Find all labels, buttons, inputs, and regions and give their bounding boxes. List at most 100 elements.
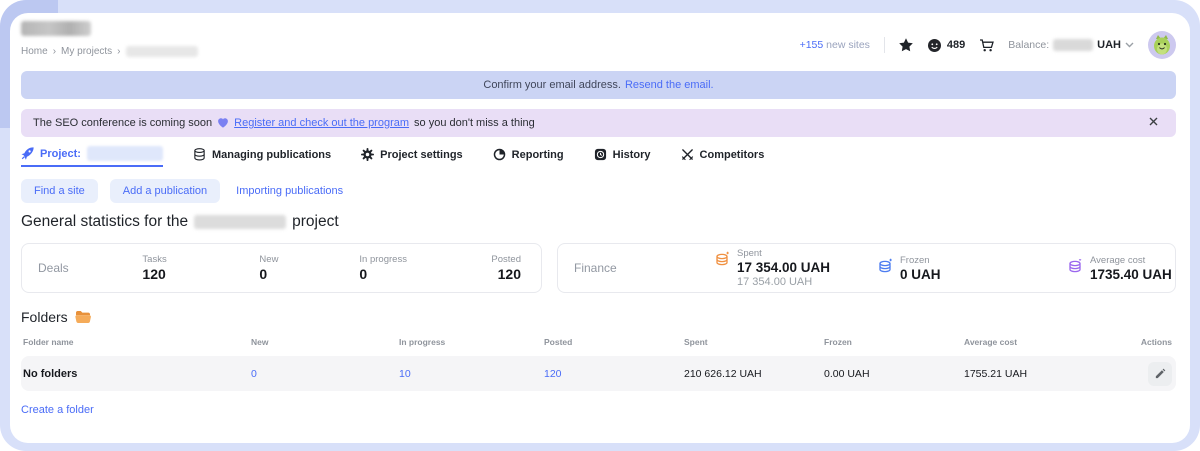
app-background: Home › My projects › +155 new sites xyxy=(0,0,1200,451)
tab-project-settings[interactable]: Project settings xyxy=(361,148,463,165)
breadcrumb-project-redacted xyxy=(126,46,198,57)
user-avatar[interactable] xyxy=(1148,31,1176,59)
stat-value: 0 UAH xyxy=(900,267,941,282)
stat-label: Tasks xyxy=(142,254,259,265)
col-header-frozen: Frozen xyxy=(824,337,964,347)
row-in-progress-link[interactable]: 10 xyxy=(399,368,411,380)
seo-register-link[interactable]: Register and check out the program xyxy=(234,117,409,129)
row-posted-cell: 120 xyxy=(544,368,684,380)
finance-stat-spent: Spent 17 354.00 UAH 17 354.00 UAH xyxy=(714,248,877,288)
finance-card-title: Finance xyxy=(574,261,714,275)
stat-label: Spent xyxy=(737,248,830,259)
page-title-suffix: project xyxy=(292,213,339,231)
rocket-icon xyxy=(21,147,34,160)
breadcrumb-separator: › xyxy=(117,46,120,57)
folders-table-header: Folder name New In progress Posted Spent… xyxy=(21,337,1176,347)
tab-reporting[interactable]: Reporting xyxy=(493,148,564,165)
page-title-prefix: General statistics for the xyxy=(21,213,188,231)
chevron-down-icon xyxy=(1125,42,1134,48)
row-new-cell: 0 xyxy=(251,368,399,380)
cart-icon xyxy=(979,38,994,53)
spent-stat: Spent 17 354.00 UAH 17 354.00 UAH xyxy=(737,248,830,288)
row-in-progress-cell: 10 xyxy=(399,368,544,380)
deals-card-title: Deals xyxy=(38,261,142,275)
new-sites-count: +155 xyxy=(800,39,824,51)
stat-label: Frozen xyxy=(900,255,941,266)
email-confirm-banner: Confirm your email address. Resend the e… xyxy=(21,71,1176,99)
row-spent: 210 626.12 UAH xyxy=(684,368,824,380)
cart-button[interactable] xyxy=(979,38,994,53)
col-header-folder-name: Folder name xyxy=(21,337,251,347)
project-name-redacted xyxy=(87,146,163,161)
stat-value: 120 xyxy=(142,266,259,282)
tab-competitors[interactable]: Competitors xyxy=(681,148,765,165)
folders-heading: Folders xyxy=(21,309,1176,325)
create-folder-link[interactable]: Create a folder xyxy=(21,404,94,416)
gear-icon xyxy=(361,148,374,161)
star-icon xyxy=(899,38,913,52)
tab-project-label: Project: xyxy=(40,148,81,160)
header-left: Home › My projects › xyxy=(21,21,198,57)
row-frozen: 0.00 UAH xyxy=(824,368,964,380)
edit-folder-button[interactable] xyxy=(1148,362,1172,386)
top-header: Home › My projects › +155 new sites xyxy=(21,21,1176,59)
stat-label: In progress xyxy=(359,254,491,265)
tab-history[interactable]: History xyxy=(594,148,651,165)
stat-label: Average cost xyxy=(1090,255,1172,266)
stat-label: New xyxy=(259,254,359,265)
row-average-cost: 1755.21 UAH xyxy=(964,368,1116,380)
seo-banner-text-after: so you don't miss a thing xyxy=(414,117,535,129)
coins-orange-icon xyxy=(714,251,730,288)
coin-icon xyxy=(927,38,942,53)
pencil-icon xyxy=(1155,368,1166,379)
deals-stat-new: New 0 xyxy=(259,254,359,282)
close-icon xyxy=(1149,117,1158,126)
history-icon xyxy=(594,148,607,161)
crossed-swords-icon xyxy=(681,148,694,161)
add-publication-button[interactable]: Add a publication xyxy=(110,179,220,203)
balance-label: Balance: xyxy=(1008,39,1049,51)
tab-project[interactable]: Project: xyxy=(21,146,163,167)
seo-conference-banner: The SEO conference is coming soon Regist… xyxy=(21,109,1176,137)
header-right: +155 new sites 489 Balance: UAH xyxy=(800,31,1176,59)
breadcrumb-home[interactable]: Home xyxy=(21,46,48,57)
new-sites-indicator[interactable]: +155 new sites xyxy=(800,39,870,51)
stat-value: 0 xyxy=(359,266,491,282)
folder-icon xyxy=(75,310,91,324)
balance-dropdown[interactable]: Balance: UAH xyxy=(1008,39,1134,51)
balance-amount-redacted xyxy=(1053,39,1093,51)
actions-row: Find a site Add a publication Importing … xyxy=(21,179,1176,203)
find-site-button[interactable]: Find a site xyxy=(21,179,98,203)
finance-card: Finance Spent 17 354.00 UAH 17 354.00 UA… xyxy=(557,243,1176,293)
new-sites-label: new sites xyxy=(826,39,870,51)
coins-counter[interactable]: 489 xyxy=(927,38,965,53)
row-posted-link[interactable]: 120 xyxy=(544,368,562,380)
tab-history-label: History xyxy=(613,149,651,161)
coins-blue-icon xyxy=(877,258,893,282)
tab-settings-label: Project settings xyxy=(380,149,463,161)
coins-count: 489 xyxy=(947,39,965,51)
stat-cards: Deals Tasks 120 New 0 In progress 0 xyxy=(21,243,1176,293)
col-header-spent: Spent xyxy=(684,337,824,347)
breadcrumb: Home › My projects › xyxy=(21,46,198,57)
tab-managing-publications[interactable]: Managing publications xyxy=(193,148,331,165)
stat-value: 120 xyxy=(491,266,521,282)
stat-value: 0 xyxy=(259,266,359,282)
resend-email-link[interactable]: Resend the email. xyxy=(625,79,714,91)
favorites-button[interactable] xyxy=(899,38,913,52)
deals-stat-posted: Posted 120 xyxy=(491,254,541,282)
table-row: No folders 0 10 120 210 626.12 UAH 0.00 … xyxy=(21,356,1176,391)
col-header-new: New xyxy=(251,337,399,347)
row-new-link[interactable]: 0 xyxy=(251,368,257,380)
page-title-project-redacted xyxy=(194,215,286,229)
import-publications-button[interactable]: Importing publications xyxy=(232,179,347,203)
reporting-icon xyxy=(493,148,506,161)
breadcrumb-my-projects[interactable]: My projects xyxy=(61,46,112,57)
page-title: General statistics for the project xyxy=(21,213,1176,231)
deals-card: Deals Tasks 120 New 0 In progress 0 xyxy=(21,243,542,293)
breadcrumb-separator: › xyxy=(53,46,56,57)
banner-close-button[interactable] xyxy=(1149,117,1158,129)
stat-value: 1735.40 UAH xyxy=(1090,267,1172,282)
email-confirm-text: Confirm your email address. xyxy=(483,79,621,91)
coins-purple-icon xyxy=(1067,258,1083,282)
